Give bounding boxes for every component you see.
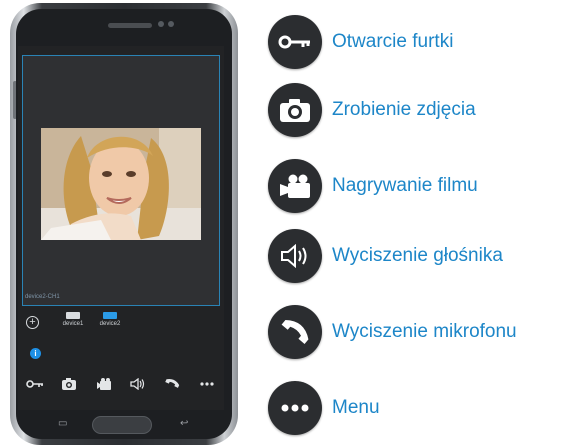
phone-handset-icon: [268, 305, 322, 359]
legend-label: Otwarcie furtki: [332, 31, 454, 52]
legend-item-take-photo: Zrobienie zdjęcia: [268, 83, 476, 137]
camera-feed-image: [41, 128, 201, 240]
phone-screen: device2-CH1 + device1 device2 i: [18, 46, 224, 410]
legend-item-mute-speaker: Wyciszenie głośnika: [268, 229, 503, 283]
front-camera: [158, 21, 164, 27]
key-icon: [268, 15, 322, 69]
device-icon: [66, 312, 80, 319]
speaker-icon: [268, 229, 322, 283]
more-icon[interactable]: [197, 375, 217, 393]
legend-item-mute-microphone: Wyciszenie mikrofonu: [268, 305, 517, 359]
back-icon[interactable]: ↩: [180, 418, 188, 429]
key-icon[interactable]: [25, 375, 45, 393]
device-label: device1: [62, 321, 84, 327]
add-device-button[interactable]: +: [26, 316, 39, 329]
info-icon[interactable]: i: [30, 348, 41, 359]
device-label: device2: [99, 321, 121, 327]
device-item-1[interactable]: device1: [58, 312, 88, 327]
legend-label: Nagrywanie filmu: [332, 175, 478, 196]
device-row: + device1 device2: [18, 310, 224, 334]
phone-handset-icon[interactable]: [162, 375, 182, 393]
device-icon: [103, 312, 117, 319]
device-item-2[interactable]: device2: [95, 312, 125, 327]
proximity-sensor: [168, 21, 174, 27]
legend-label: Wyciszenie głośnika: [332, 245, 503, 266]
channel-label: device2-CH1: [25, 294, 60, 300]
camera-icon: [268, 83, 322, 137]
phone-nav-bar: ▭ ↩: [18, 414, 224, 436]
legend-item-record-video: Nagrywanie filmu: [268, 159, 478, 213]
video-camera-icon[interactable]: [94, 375, 114, 393]
legend-item-open-gate: Otwarcie furtki: [268, 15, 453, 69]
speaker-icon[interactable]: [128, 375, 148, 393]
camera-icon[interactable]: [59, 375, 79, 393]
legend-label: Wyciszenie mikrofonu: [332, 321, 517, 342]
phone-toolbar: [18, 372, 224, 396]
legend-label: Menu: [332, 397, 380, 418]
recent-apps-icon[interactable]: ▭: [58, 418, 67, 429]
more-icon: [268, 381, 322, 435]
video-camera-icon: [268, 159, 322, 213]
legend-item-menu: Menu: [268, 381, 380, 435]
legend-label: Zrobienie zdjęcia: [332, 99, 476, 120]
video-view[interactable]: device2-CH1: [22, 55, 220, 306]
home-button[interactable]: [92, 416, 152, 434]
earpiece-speaker: [108, 23, 152, 28]
